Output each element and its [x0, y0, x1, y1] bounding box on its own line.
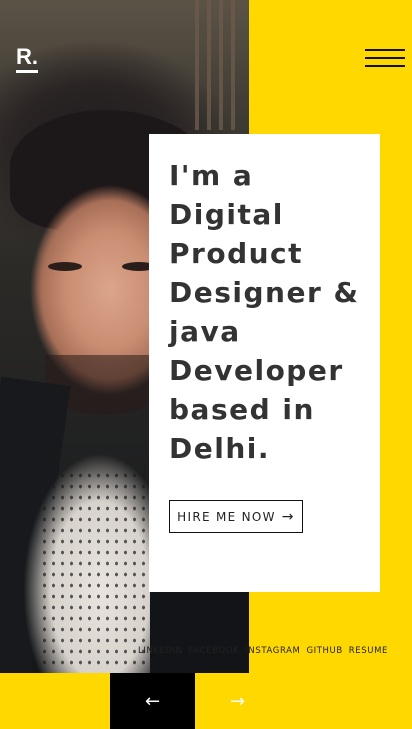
site-logo[interactable]: R.: [16, 46, 38, 73]
slider-next-button[interactable]: →: [195, 673, 280, 729]
arrow-right-icon: →: [229, 690, 246, 712]
social-link-linkedin[interactable]: LINKEDIN: [138, 646, 183, 656]
arrow-right-icon: →: [281, 508, 295, 525]
hamburger-menu-icon[interactable]: [365, 49, 405, 69]
slider-prev-button[interactable]: ←: [110, 673, 195, 729]
social-link-instagram[interactable]: INSTAGRAM: [245, 646, 300, 656]
arrow-left-icon: ←: [144, 690, 161, 712]
social-link-resume[interactable]: RESUME: [349, 646, 388, 656]
hire-me-button[interactable]: HIRE ME NOW →: [169, 500, 303, 533]
social-links: LINKEDIN FACEBOOK INSTAGRAM GITHUB RESUM…: [98, 646, 388, 656]
logo-text: R.: [16, 44, 38, 69]
hero-headline: I'm a Digital Product Designer & java De…: [169, 159, 360, 465]
social-link-github[interactable]: GITHUB: [306, 646, 342, 656]
social-link-facebook[interactable]: FACEBOOK: [189, 646, 240, 656]
hero-card: I'm a Digital Product Designer & java De…: [149, 134, 380, 592]
hire-me-label: HIRE ME NOW: [177, 509, 276, 524]
logo-underline: [16, 70, 38, 73]
